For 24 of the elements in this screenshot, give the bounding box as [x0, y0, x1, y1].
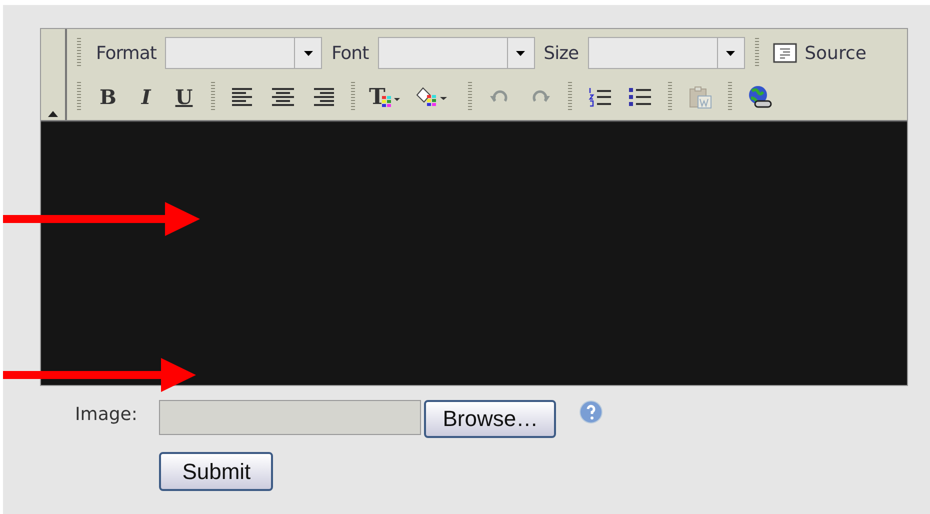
source-button[interactable]: Source	[768, 42, 870, 64]
dropdown-field[interactable]	[165, 37, 322, 69]
combo-label: Format	[96, 42, 156, 64]
align-center-icon[interactable]	[270, 85, 296, 109]
combo-label: Font	[331, 42, 369, 64]
text-color-button[interactable]: T	[369, 86, 400, 108]
dropdown-field[interactable]	[588, 37, 745, 69]
numbered-list-icon[interactable]	[587, 85, 614, 109]
format-button[interactable]: I	[133, 85, 159, 109]
field-label: Image:	[75, 404, 138, 427]
submit-button[interactable]: Submit	[159, 452, 274, 491]
caret-icon	[304, 50, 313, 56]
caret-icon	[726, 50, 736, 56]
dropdown-field[interactable]	[378, 37, 535, 69]
format-button[interactable]: B	[95, 85, 121, 109]
collapse-icon[interactable]	[48, 111, 58, 117]
browse-button[interactable]: Browse…	[424, 400, 556, 438]
bullet-list-icon[interactable]	[627, 85, 654, 109]
caret-icon	[516, 50, 526, 56]
format-button[interactable]: U	[171, 85, 197, 109]
help-icon[interactable]	[579, 400, 604, 424]
document-icon	[772, 43, 797, 63]
globe-icon[interactable]	[747, 85, 774, 109]
combo-label: Size	[544, 42, 579, 64]
